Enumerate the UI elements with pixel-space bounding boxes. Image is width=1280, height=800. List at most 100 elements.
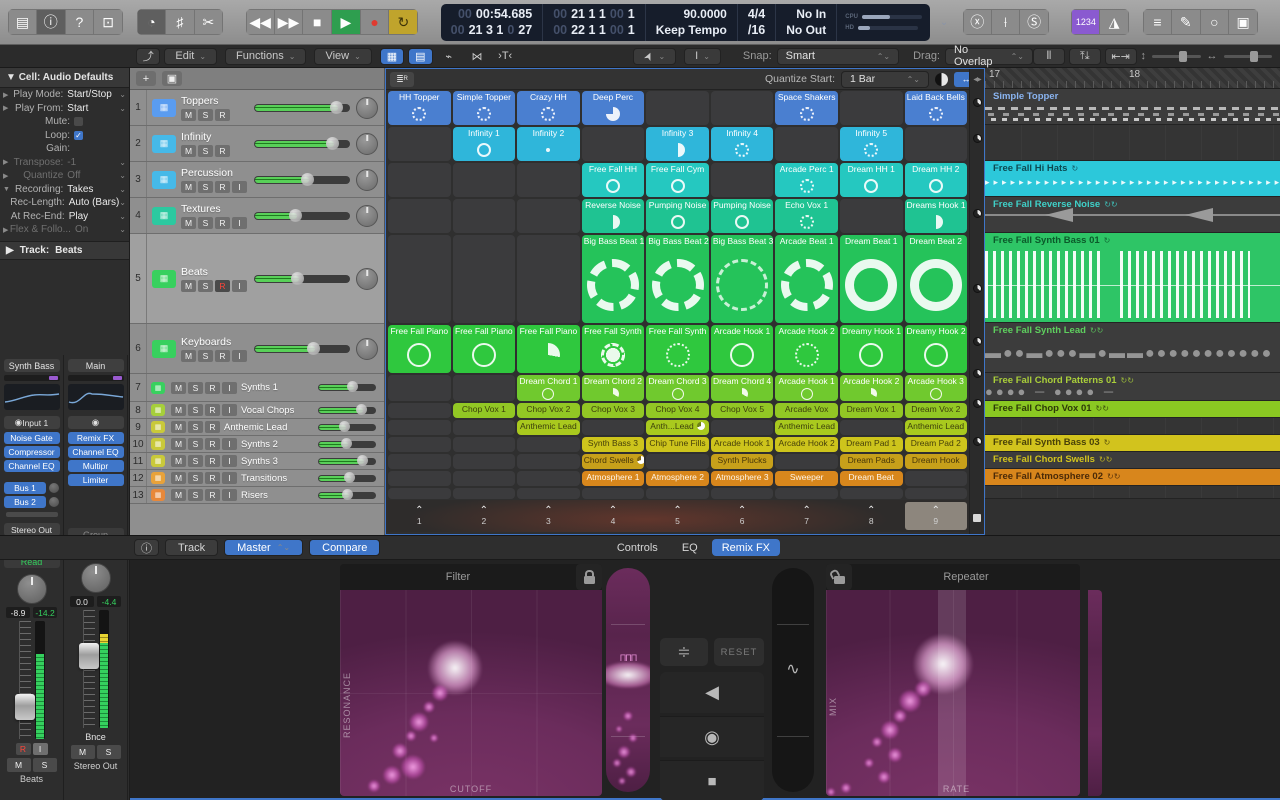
solo-button[interactable]: Ⓢ [1020, 9, 1049, 35]
plugin-slot[interactable]: Channel EQ [68, 446, 124, 458]
contrast-icon[interactable] [935, 73, 948, 86]
loop-cell[interactable]: Dream Pad 2 [905, 437, 968, 452]
loop-cell[interactable]: Free Fall Piano [388, 325, 451, 373]
automation-button[interactable]: ⌁ [437, 48, 461, 65]
s-button[interactable]: S [198, 181, 213, 193]
volume-slider[interactable] [318, 407, 376, 414]
scene-trigger-3[interactable]: ⌃3 [517, 502, 580, 530]
input-monitor-button[interactable]: I [33, 743, 48, 755]
send-level-knob[interactable] [49, 497, 59, 507]
s-button[interactable]: S [188, 472, 203, 484]
pan-knob[interactable] [356, 268, 378, 290]
s-button[interactable]: S [198, 350, 213, 362]
track-header-synths-3[interactable]: 11▦MSRISynths 3 [130, 453, 384, 470]
m-button[interactable]: M [181, 280, 196, 292]
cycle-button[interactable]: ↻ [389, 9, 418, 35]
plugin-slot[interactable]: Noise Gate [4, 432, 60, 444]
loop-cell[interactable]: Atmosphere 1 [582, 471, 645, 486]
track-inspector-header[interactable]: ▶Track:Beats [0, 241, 129, 260]
inspector-row[interactable]: ▶QuantizeOff⌄ [0, 169, 129, 183]
scene-trigger-4[interactable]: ⌃4 [582, 502, 645, 530]
loop-cell[interactable]: Dream Pads [840, 454, 903, 469]
volume-slider-handle[interactable] [341, 438, 352, 449]
loop-cell[interactable]: Arcade Hook 1 [711, 325, 774, 373]
region-free-fall-synth-lead[interactable]: Free Fall Synth Lead↻↻▬●●▬●●●▬●▬▬●●●●●●●… [985, 323, 1280, 373]
region-free-fall-hi-hats[interactable]: Free Fall Hi Hats↻▸▸▸▸▸▸▸▸▸▸▸▸▸▸▸▸▸▸▸▸▸▸… [985, 161, 1280, 197]
flex-button[interactable]: ⋈ [465, 48, 489, 65]
loop-cell[interactable]: Atmosphere 2 [646, 471, 709, 486]
track-header-anthemic-lead[interactable]: 9▦MSRAnthemic Lead [130, 419, 384, 436]
horizontal-zoom-slider[interactable] [1224, 55, 1272, 58]
track-header-synths-2[interactable]: 10▦MSRISynths 2 [130, 436, 384, 453]
s-button[interactable]: S [198, 109, 213, 121]
menu-edit[interactable]: Edit⌄ [164, 48, 217, 65]
tab-eq[interactable]: EQ [672, 539, 708, 556]
region-simple-topper[interactable]: Simple Topper [985, 89, 1280, 125]
scene-trigger-5[interactable]: ⌃5 [646, 502, 709, 530]
checkbox[interactable] [74, 117, 83, 126]
loop-cell[interactable]: Arcade Hook 1 [711, 437, 774, 452]
inspector-row[interactable]: Gain: [0, 142, 129, 156]
m-button[interactable]: M [181, 109, 196, 121]
lcd-tempo[interactable]: 90.0000Keep Tempo [646, 4, 738, 41]
loop-cell[interactable]: Dream Chord 3 [646, 375, 709, 401]
loop-cell[interactable]: Reverse Noise [582, 199, 645, 233]
empty-cell[interactable] [517, 488, 580, 499]
loop-cell[interactable]: Chord Swells [582, 454, 645, 469]
library-button[interactable]: ▤ [8, 9, 37, 35]
solo-button[interactable]: S [33, 758, 57, 772]
loop-cell[interactable]: Dream Chord 2 [582, 375, 645, 401]
eq-curve-thumbnail[interactable] [68, 384, 124, 410]
empty-cell[interactable] [517, 163, 580, 197]
empty-cell[interactable] [388, 127, 451, 161]
loop-cell[interactable]: Free Fall Synth [582, 325, 645, 373]
filter-xy-pad[interactable]: RESONANCECUTOFF [340, 590, 602, 796]
inspector-button[interactable]: ⓘ [37, 9, 66, 35]
pan-knob[interactable] [356, 205, 378, 227]
volume-slider-handle[interactable] [339, 421, 350, 432]
loop-cell[interactable]: Infinity 4 [711, 127, 774, 161]
s-button[interactable]: S [188, 489, 203, 501]
track-view-button[interactable]: ▤ [408, 48, 432, 65]
empty-cell[interactable] [775, 488, 838, 499]
m-button[interactable]: M [171, 455, 186, 467]
track-header-keyboards[interactable]: 6▦KeyboardsMSRI [130, 324, 384, 374]
empty-cell[interactable] [453, 471, 516, 486]
volume-slider[interactable] [318, 492, 376, 499]
s-button[interactable]: S [198, 217, 213, 229]
track-display-button[interactable]: ▣ [162, 71, 182, 86]
quantize-start-menu[interactable]: 1 Bar⌃⌄ [841, 71, 929, 88]
cell-inspector-title[interactable]: ▼ Cell: Audio Defaults [0, 68, 129, 88]
plugin-slot[interactable]: Channel EQ [4, 460, 60, 472]
count-in-button[interactable]: 1234 [1071, 9, 1100, 35]
track-scope-button[interactable]: Track [165, 539, 218, 556]
empty-cell[interactable] [711, 488, 774, 499]
loop-cell[interactable]: Pumping Noise [711, 199, 774, 233]
r-button[interactable]: R [215, 181, 230, 193]
volume-slider-handle[interactable] [356, 404, 367, 415]
loop-cell[interactable]: Anthemic Lead [905, 420, 968, 435]
inspector-row[interactable]: ▶Play Mode:Start/Stop⌄ [0, 88, 129, 102]
mute-button[interactable]: M [71, 745, 95, 759]
snap-menu[interactable]: Smart⌃⌄ [777, 48, 899, 65]
eq-curve-thumbnail[interactable] [4, 384, 60, 410]
empty-cell[interactable] [775, 127, 838, 161]
plugin-slot[interactable]: Multipr [68, 460, 124, 472]
loop-cell[interactable]: Arcade Perc 1 [775, 163, 838, 197]
loop-cell[interactable]: Chop Vox 4 [646, 403, 709, 418]
empty-cell[interactable] [582, 420, 645, 435]
empty-cell[interactable] [775, 454, 838, 469]
loop-cell[interactable]: Chip Tune Fills [646, 437, 709, 452]
i-button[interactable]: I [222, 438, 237, 450]
scene-trigger-9[interactable]: ⌃9 [905, 502, 968, 530]
loop-cell[interactable]: Chop Vox 1 [453, 403, 516, 418]
loop-cell[interactable]: Chop Vox 5 [711, 403, 774, 418]
loop-cell[interactable]: Simple Topper [453, 91, 516, 125]
empty-cell[interactable] [517, 199, 580, 233]
scratch-button[interactable]: ◉ [660, 716, 764, 757]
i-button[interactable]: I [222, 455, 237, 467]
loop-cell[interactable]: HH Topper [388, 91, 451, 125]
empty-cell[interactable] [646, 454, 709, 469]
mixer-button[interactable]: ♯ [166, 9, 195, 35]
compare-button[interactable]: Compare [309, 539, 380, 556]
